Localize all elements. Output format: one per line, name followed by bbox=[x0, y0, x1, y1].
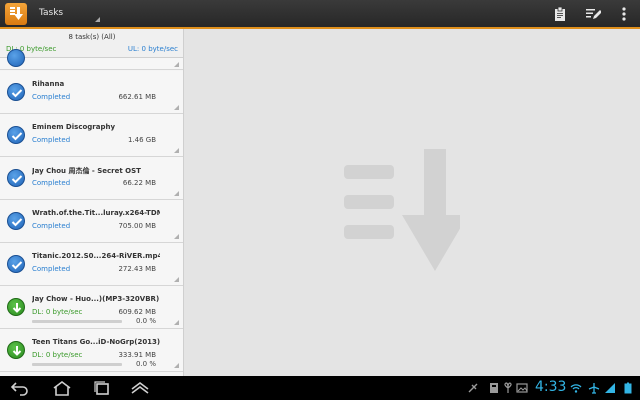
list-item[interactable]: Teen Titans Go...iD-NoGrp(2013) DL: 0 by… bbox=[0, 329, 183, 372]
clipboard-icon[interactable] bbox=[552, 6, 568, 22]
completed-check-icon bbox=[7, 49, 25, 67]
item-menu-corner-icon[interactable] bbox=[174, 277, 179, 282]
total-upload-speed: UL: 0 byte/sec bbox=[127, 45, 178, 53]
list-item[interactable]: Eminem Discography Completed 1.46 GB bbox=[0, 114, 183, 157]
task-size: 272.43 MB bbox=[118, 265, 156, 273]
task-size: 66.22 MB bbox=[122, 179, 156, 187]
download-arrow-icon bbox=[7, 341, 25, 359]
task-status: Completed bbox=[32, 136, 71, 144]
download-app-icon[interactable] bbox=[5, 3, 27, 25]
task-progress-percent: 0.0 % bbox=[135, 317, 156, 325]
app-notification-icon bbox=[504, 382, 512, 393]
task-progress-percent: 0.0 % bbox=[135, 360, 156, 368]
task-status: Completed bbox=[32, 93, 71, 101]
task-name: Wrath.of.the.Tit...luray.x264-TDM bbox=[32, 209, 160, 217]
task-count: 8 task(s) (All) bbox=[68, 33, 116, 41]
task-name: Titanic.2012.S0...264-RiVER.mp4 bbox=[32, 252, 160, 260]
progress-bar bbox=[32, 363, 122, 366]
task-size: 609.62 MB bbox=[118, 308, 156, 316]
task-status: DL: 0 byte/sec bbox=[32, 351, 83, 359]
title-dropdown-caret-icon[interactable] bbox=[95, 17, 100, 22]
task-name: Jay Chou 周杰倫 - Secret OST bbox=[32, 167, 141, 175]
task-status: Completed bbox=[32, 222, 71, 230]
item-menu-corner-icon[interactable] bbox=[174, 191, 179, 196]
task-status: Completed bbox=[32, 265, 71, 273]
signal-icon bbox=[605, 383, 615, 393]
wifi-icon bbox=[570, 384, 582, 393]
item-menu-corner-icon[interactable] bbox=[174, 320, 179, 325]
system-navigation-bar: 4:33 bbox=[0, 376, 640, 400]
list-item-partial[interactable] bbox=[0, 49, 183, 70]
task-name: Jay Chow - Huo...)(MP3-320VBR) bbox=[32, 295, 160, 303]
task-status: DL: 0 byte/sec bbox=[32, 308, 83, 316]
completed-check-icon bbox=[7, 169, 25, 187]
battery-icon bbox=[624, 382, 632, 394]
home-icon[interactable] bbox=[52, 380, 72, 396]
list-item[interactable]: Titanic.2012.S0...264-RiVER.mp4 Complete… bbox=[0, 243, 183, 286]
recent-apps-icon[interactable] bbox=[92, 380, 112, 396]
sd-card-icon bbox=[490, 383, 498, 393]
airplane-mode-icon bbox=[588, 383, 600, 394]
item-menu-corner-icon[interactable] bbox=[174, 234, 179, 239]
task-name: Teen Titans Go...iD-NoGrp(2013) bbox=[32, 338, 160, 346]
app-window: Tasks 8 task(s) (All) DL: 0 byte/sec UL:… bbox=[0, 0, 640, 400]
task-list-pane: 8 task(s) (All) DL: 0 byte/sec UL: 0 byt… bbox=[0, 29, 184, 376]
list-item[interactable]: Rihanna Completed 662.61 MB bbox=[0, 71, 183, 114]
back-icon[interactable] bbox=[10, 380, 30, 396]
task-size: 1.46 GB bbox=[127, 136, 156, 144]
item-menu-corner-icon[interactable] bbox=[174, 105, 179, 110]
completed-check-icon bbox=[7, 83, 25, 101]
item-menu-corner-icon[interactable] bbox=[174, 62, 179, 67]
task-name: Rihanna bbox=[32, 80, 65, 88]
download-arrow-icon bbox=[7, 298, 25, 316]
action-bar: Tasks bbox=[0, 0, 640, 29]
completed-check-icon bbox=[7, 255, 25, 273]
empty-detail-watermark-icon bbox=[344, 149, 460, 271]
usb-debug-icon bbox=[468, 383, 478, 393]
task-size: 662.61 MB bbox=[118, 93, 156, 101]
page-title[interactable]: Tasks bbox=[39, 8, 63, 18]
list-item[interactable]: Wrath.of.the.Tit...luray.x264-TDM Comple… bbox=[0, 200, 183, 243]
completed-check-icon bbox=[7, 126, 25, 144]
image-notification-icon bbox=[516, 383, 528, 393]
item-menu-corner-icon[interactable] bbox=[174, 363, 179, 368]
item-menu-corner-icon[interactable] bbox=[174, 148, 179, 153]
overflow-menu-icon[interactable] bbox=[616, 6, 632, 22]
status-clock: 4:33 bbox=[535, 379, 567, 395]
progress-bar bbox=[32, 320, 122, 323]
task-size: 705.00 MB bbox=[118, 222, 156, 230]
task-name: Eminem Discography bbox=[32, 123, 116, 131]
menu-chevron-up-icon[interactable] bbox=[130, 380, 150, 396]
edit-list-icon[interactable] bbox=[585, 6, 601, 22]
transfer-summary: 8 task(s) (All) DL: 0 byte/sec UL: 0 byt… bbox=[0, 29, 183, 58]
task-status: Completed bbox=[32, 179, 71, 187]
completed-check-icon bbox=[7, 212, 25, 230]
list-item[interactable]: Jay Chou 周杰倫 - Secret OST Completed 66.2… bbox=[0, 157, 183, 200]
list-item[interactable]: Jay Chow - Huo...)(MP3-320VBR) DL: 0 byt… bbox=[0, 286, 183, 329]
task-size: 333.91 MB bbox=[118, 351, 156, 359]
